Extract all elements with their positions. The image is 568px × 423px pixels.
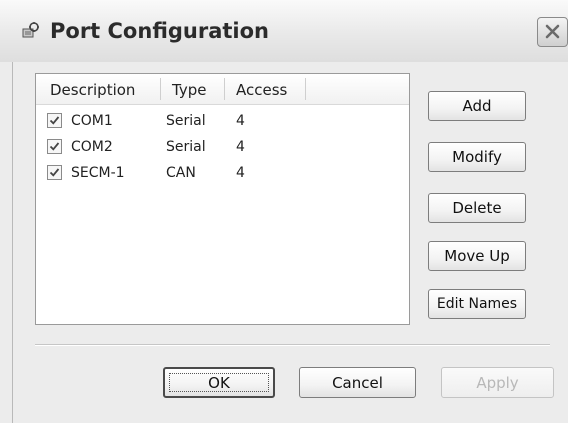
apply-button[interactable]: Apply xyxy=(441,367,554,398)
row-access: 4 xyxy=(236,113,245,129)
row-type: Serial xyxy=(166,113,206,129)
window-title: Port Configuration xyxy=(50,19,270,43)
list-item[interactable]: SECM-1 CAN 4 xyxy=(36,163,409,185)
title-bar[interactable]: Port Configuration xyxy=(0,0,568,62)
checkmark-icon xyxy=(49,168,60,177)
checkmark-icon xyxy=(49,116,60,125)
column-header-type[interactable]: Type xyxy=(172,81,206,99)
close-button[interactable] xyxy=(537,17,568,47)
column-divider[interactable] xyxy=(224,78,225,100)
delete-button[interactable]: Delete xyxy=(428,193,526,223)
close-icon xyxy=(545,24,560,39)
column-divider[interactable] xyxy=(160,78,161,100)
row-access: 4 xyxy=(236,139,245,155)
port-config-icon xyxy=(20,21,40,41)
focus-rectangle xyxy=(169,373,269,392)
row-description: SECM-1 xyxy=(71,165,125,181)
edit-names-button[interactable]: Edit Names xyxy=(428,289,526,319)
column-header-access[interactable]: Access xyxy=(236,81,287,99)
ok-button[interactable]: OK xyxy=(163,367,275,398)
row-checkbox[interactable] xyxy=(47,139,62,154)
list-header: Description Type Access xyxy=(36,74,409,105)
column-divider[interactable] xyxy=(305,78,306,100)
port-configuration-dialog: Port Configuration Description Type Acce… xyxy=(0,0,568,423)
row-type: Serial xyxy=(166,139,206,155)
list-item[interactable]: COM1 Serial 4 xyxy=(36,111,409,133)
move-up-button[interactable]: Move Up xyxy=(428,241,526,271)
row-description: COM2 xyxy=(71,139,113,155)
row-access: 4 xyxy=(236,165,245,181)
row-type: CAN xyxy=(166,165,196,181)
list-item[interactable]: COM2 Serial 4 xyxy=(36,137,409,159)
row-description: COM1 xyxy=(71,113,113,129)
column-header-description[interactable]: Description xyxy=(50,81,135,99)
cancel-button[interactable]: Cancel xyxy=(299,367,416,398)
row-checkbox[interactable] xyxy=(47,113,62,128)
row-checkbox[interactable] xyxy=(47,165,62,180)
modify-button[interactable]: Modify xyxy=(428,142,526,172)
port-list[interactable]: Description Type Access COM1 Serial 4 CO… xyxy=(35,73,410,325)
checkmark-icon xyxy=(49,142,60,151)
add-button[interactable]: Add xyxy=(428,91,526,121)
divider xyxy=(35,344,550,346)
